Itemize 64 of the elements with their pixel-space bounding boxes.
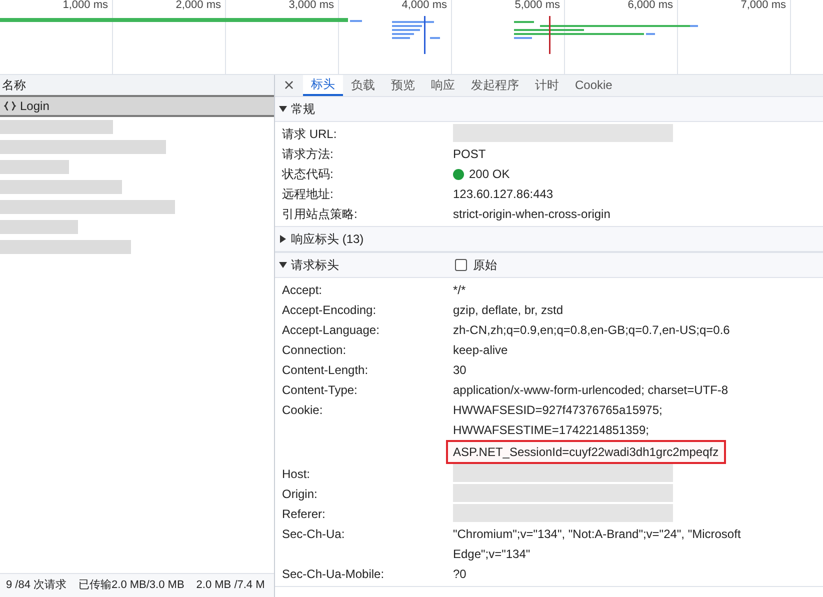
header-value: 30 <box>453 362 466 379</box>
right-triangle-icon <box>279 235 287 243</box>
header-name: Origin: <box>282 487 318 501</box>
header-value: strict-origin-when-cross-origin <box>453 206 610 223</box>
tab[interactable]: 计时 <box>527 74 567 96</box>
header-name: Accept-Language: <box>282 323 380 337</box>
request-row[interactable]: Login <box>0 97 274 117</box>
header-value: gzip, deflate, br, zstd <box>453 302 564 319</box>
checkbox[interactable] <box>455 259 467 271</box>
section-title: 常规 <box>291 101 316 118</box>
tab[interactable]: 响应 <box>423 74 463 96</box>
header-value: application/x-www-form-urlencoded; charset=UTF-8 <box>453 382 728 399</box>
tick-label: 1,000 ms <box>62 0 108 11</box>
header-value: zh-CN,zh;q=0.9,en;q=0.8,en-GB;q=0.7,en-US;q=0.6 <box>453 322 730 339</box>
raw-checkbox[interactable]: 原始 <box>455 256 497 274</box>
header-name: 远程地址: <box>282 187 334 201</box>
header-name: Accept-Encoding: <box>282 303 376 317</box>
header-value: 123.60.127.86:443 <box>453 186 554 203</box>
header-name: 引用站点策略: <box>282 207 358 221</box>
header-name: 请求方法: <box>282 147 334 161</box>
tick-label: 7,000 ms <box>740 0 786 11</box>
tick-label: 3,000 ms <box>288 0 334 11</box>
section-title: 响应标头 (13) <box>291 231 365 248</box>
column-header[interactable]: 名称 <box>0 75 274 97</box>
tick-label: 5,000 ms <box>514 0 560 11</box>
status-text: 2.0 MB /7.4 M <box>196 578 265 594</box>
header-value: 200 OK <box>469 166 510 183</box>
tick-label: 4,000 ms <box>402 0 447 11</box>
down-triangle-icon <box>279 261 287 269</box>
status-text: 已传输2.0 MB/3.0 MB <box>78 578 184 594</box>
tick-label: 2,000 ms <box>176 0 221 11</box>
header-value: keep-alive <box>453 342 508 359</box>
tick-label: 6,000 ms <box>628 0 673 11</box>
section-header[interactable]: 请求标头 原始 <box>275 253 823 278</box>
request-name: Login <box>20 98 50 115</box>
tab[interactable]: 负载 <box>343 74 383 96</box>
header-name: Cookie: <box>282 403 323 417</box>
header-name: Accept: <box>282 283 322 297</box>
tab[interactable]: 预览 <box>383 74 423 96</box>
header-name: Sec-Ch-Ua-Mobile: <box>282 567 384 581</box>
header-value: ?0 <box>453 566 466 583</box>
braces-icon <box>4 101 16 111</box>
header-name: 请求 URL: <box>282 127 337 141</box>
section-title: 请求标头 <box>291 257 340 274</box>
highlighted-value: ASP.NET_SessionId=cuyf22wadi3dh1grc2mpeqfz <box>446 440 726 464</box>
header-value: "Chromium";v="134", "Not:A-Brand";v="24", "Microsoft Edge";v="134" <box>453 526 742 563</box>
header-value: POST <box>453 146 486 163</box>
blurred-block <box>0 160 69 174</box>
header-value: */* <box>453 282 466 299</box>
down-triangle-icon <box>279 105 287 113</box>
tab[interactable]: 发起程序 <box>463 74 527 96</box>
section-header[interactable]: 响应标头 (13) <box>275 227 823 252</box>
tab[interactable]: Cookie <box>567 74 620 96</box>
status-text: 9 /84 次请求 <box>6 578 67 594</box>
header-name: Content-Length: <box>282 363 368 377</box>
close-button[interactable]: × <box>275 74 303 96</box>
section-header[interactable]: 常规 <box>275 97 823 122</box>
header-name: Connection: <box>282 343 346 357</box>
header-name: Sec-Ch-Ua: <box>282 527 345 541</box>
header-name: Content-Type: <box>282 383 358 397</box>
header-name: Host: <box>282 467 310 481</box>
tab[interactable]: 标头 <box>303 74 343 96</box>
header-name: Referer: <box>282 507 326 521</box>
header-name: 状态代码: <box>282 167 334 181</box>
